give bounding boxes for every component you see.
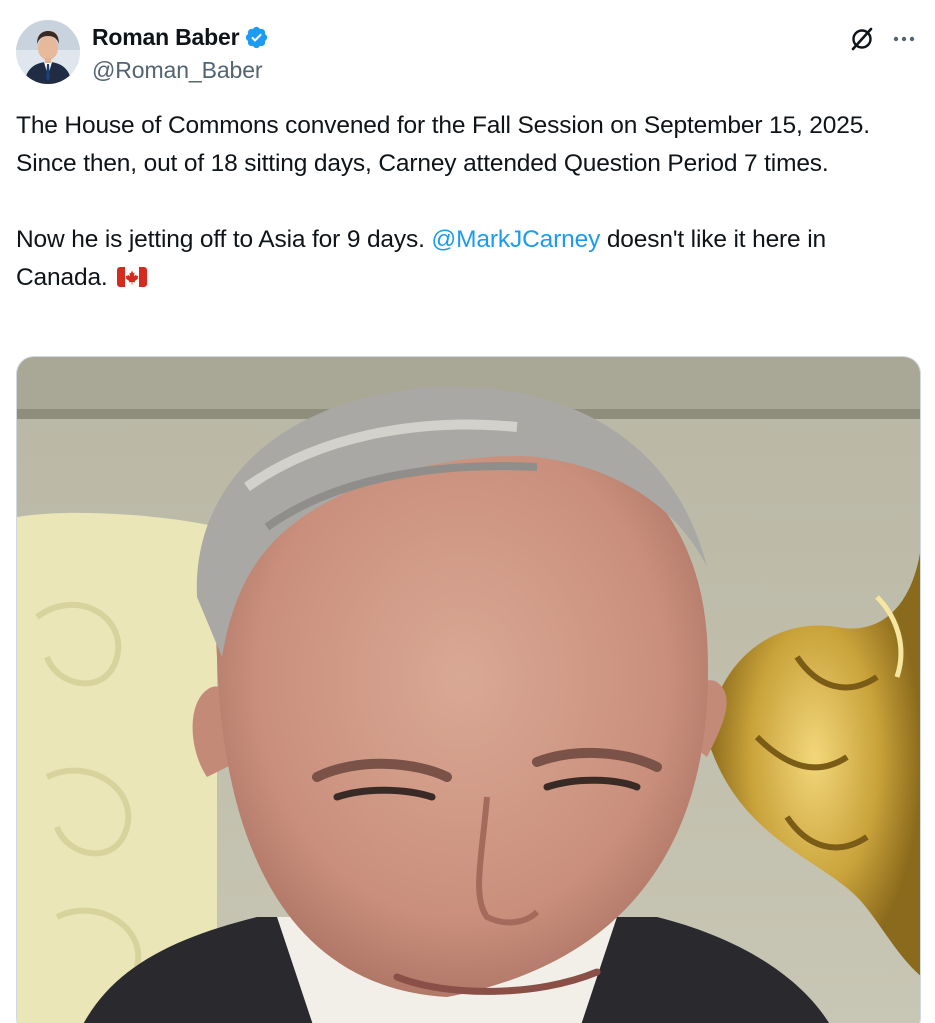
- tweet-paragraph-2-start: Now he is jetting off to Asia for 9 days…: [16, 226, 432, 253]
- tweet-paragraph-1: The House of Commons convened for the Fa…: [16, 112, 870, 177]
- tweet[interactable]: Roman Baber @Roman_Baber The House of Co…: [0, 0, 935, 1023]
- tweet-paragraph-2: Now he is jetting off to Asia for 9 days…: [16, 221, 921, 297]
- mention-link[interactable]: @MarkJCarney: [431, 226, 600, 253]
- avatar[interactable]: [16, 20, 80, 84]
- author-display-name[interactable]: Roman Baber: [92, 24, 240, 51]
- tweet-text: The House of Commons convened for the Fa…: [16, 107, 921, 297]
- canada-flag-icon: [117, 261, 148, 287]
- tweet-photo[interactable]: [16, 356, 921, 1023]
- avatar-image: [16, 20, 80, 84]
- more-icon[interactable]: [889, 24, 919, 54]
- author-handle[interactable]: @Roman_Baber: [92, 57, 269, 84]
- author-names: Roman Baber @Roman_Baber: [92, 22, 269, 84]
- photo-image: [17, 357, 920, 1023]
- verified-badge-icon[interactable]: [244, 25, 269, 50]
- grok-icon[interactable]: [847, 24, 877, 54]
- tweet-header: Roman Baber @Roman_Baber: [16, 20, 919, 86]
